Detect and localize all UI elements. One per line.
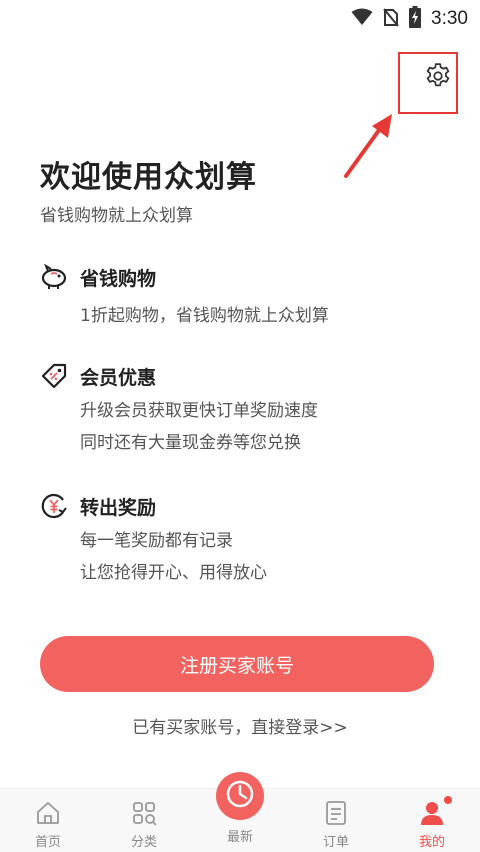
latest-center-button[interactable]	[216, 772, 264, 820]
tab-category[interactable]: 分类	[96, 789, 192, 852]
feature-description: 1折起购物，省钱购物就上众划算	[80, 306, 329, 326]
notification-dot	[444, 796, 452, 804]
feature-reward: 转出奖励 每一笔奖励都有记录 让您抢得开心、用得放心	[40, 491, 440, 589]
yuan-reward-icon	[40, 492, 68, 520]
battery-charging-icon	[409, 6, 422, 32]
feature-description: 升级会员获取更快订单奖励速度	[80, 401, 318, 421]
feature-description: 同时还有大量现金券等您兑换	[80, 433, 301, 453]
tab-label: 订单	[322, 835, 349, 850]
register-button[interactable]: 注册买家账号	[40, 636, 434, 692]
status-bar: 3:30	[0, 0, 480, 34]
status-time: 3:30	[431, 8, 468, 29]
feature-savings: 省钱购物 1折起购物，省钱购物就上众划算	[40, 262, 440, 332]
page-title: 欢迎使用众划算	[40, 160, 257, 195]
tab-mine[interactable]: 我的	[384, 789, 480, 852]
clock-icon	[225, 779, 255, 813]
page-subtitle: 省钱购物就上众划算	[40, 206, 193, 226]
feature-title: 转出奖励	[80, 496, 157, 519]
tab-label: 最新	[226, 830, 253, 845]
discount-tag-icon	[40, 362, 68, 390]
wifi-icon	[351, 8, 373, 30]
tab-home[interactable]: 首页	[0, 789, 96, 852]
user-icon	[419, 799, 445, 827]
tab-orders[interactable]: 订单	[288, 789, 384, 852]
no-sim-icon	[383, 7, 399, 31]
tab-label: 我的	[418, 835, 445, 850]
feature-title: 会员优惠	[80, 366, 157, 389]
annotation-highlight-box	[398, 52, 458, 114]
feature-description: 每一笔奖励都有记录	[80, 531, 233, 551]
tab-label: 首页	[34, 835, 61, 850]
feature-member: 会员优惠 升级会员获取更快订单奖励速度 同时还有大量现金券等您兑换	[40, 361, 440, 459]
category-icon	[131, 799, 157, 827]
order-icon	[324, 799, 348, 827]
feature-title: 省钱购物	[80, 267, 157, 290]
annotation-arrow	[340, 112, 400, 186]
feature-description: 让您抢得开心、用得放心	[80, 563, 267, 583]
home-icon	[35, 799, 61, 827]
tab-label: 分类	[130, 835, 157, 850]
status-icons: 3:30	[351, 6, 468, 32]
piggy-bank-icon	[40, 263, 68, 291]
login-link[interactable]: 已有买家账号，直接登录>>	[0, 713, 480, 738]
